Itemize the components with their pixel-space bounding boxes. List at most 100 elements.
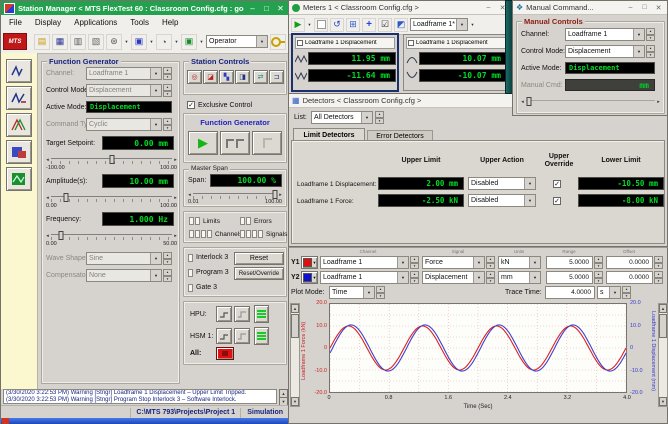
manual-control-mode-spinner[interactable]: ▴▾ xyxy=(646,45,655,58)
open-station-button[interactable]: ▤ xyxy=(34,34,50,50)
slider-left-arrow[interactable]: ◂ xyxy=(519,99,526,105)
control-mode-spinner[interactable]: ▴▾ xyxy=(163,84,172,97)
manual-control-mode-select[interactable]: Displacement▼ xyxy=(565,45,645,58)
frequency-slider-thumb[interactable] xyxy=(58,231,63,240)
y2-channel-select[interactable]: Loadframe 1▼ xyxy=(320,271,409,284)
frequency-slider[interactable]: ◂ ▸ xyxy=(44,231,179,240)
channel-select[interactable]: Loadframe 1▼ xyxy=(86,67,162,80)
program-reset-override-button[interactable]: Reset/Override xyxy=(234,267,284,280)
hsm-on-indicator-button[interactable] xyxy=(254,327,269,345)
meter-panel-2[interactable]: Loadframe 1 Displacement 10.07 mm -10.07… xyxy=(403,34,510,91)
operator-panel-button[interactable]: ▚ xyxy=(219,70,234,84)
meters-layout-button[interactable]: ⊞ xyxy=(346,18,360,32)
wave-shape-spinner[interactable]: ▴▾ xyxy=(163,252,172,265)
trace-time-field[interactable]: 4.0000 xyxy=(545,286,595,299)
upper-override-checkbox[interactable]: ✓ xyxy=(553,197,561,205)
span-slider-thumb[interactable] xyxy=(273,190,278,199)
y2-range-spinner[interactable]: ▴▾ xyxy=(594,271,603,284)
plot-mode-spinner[interactable]: ▴▾ xyxy=(376,286,385,299)
tools-dropdown-arrow[interactable]: ▼ xyxy=(124,39,129,44)
meters-hold-button[interactable] xyxy=(314,18,328,32)
meter-header-button[interactable]: Loadframe 1 Displacement xyxy=(406,37,506,49)
slider-left-arrow[interactable]: ◂ xyxy=(186,192,193,198)
y2-channel-spinner[interactable]: ▴▾ xyxy=(410,271,419,284)
close-button[interactable]: ✕ xyxy=(275,4,286,13)
meters-channel-select[interactable]: Loadframe 1*▼ xyxy=(410,18,468,31)
detector-list-select[interactable]: All Detectors▼ xyxy=(311,111,373,124)
y1-offset-spinner[interactable]: ▴▾ xyxy=(654,256,663,269)
scroll-up-arrow[interactable]: ▲ xyxy=(291,304,299,313)
sidebar-scope-button[interactable] xyxy=(6,167,32,191)
target-setpoint-slider[interactable]: ◂ ▸ xyxy=(44,155,179,164)
transfer-control-button[interactable]: ⇄ xyxy=(253,70,268,84)
menu-display[interactable]: Display xyxy=(29,18,67,27)
slider-right-arrow[interactable]: ▸ xyxy=(277,192,284,198)
channel-spinner[interactable]: ▴▾ xyxy=(163,67,172,80)
scroll-up-arrow[interactable]: ▲ xyxy=(659,304,667,313)
scrollbar-thumb[interactable] xyxy=(291,314,299,338)
slider-left-arrow[interactable]: ◂ xyxy=(44,157,51,163)
y1-range-field[interactable]: 5.0000 xyxy=(546,256,593,269)
y2-signal-spinner[interactable]: ▴▾ xyxy=(486,271,495,284)
plot-area[interactable] xyxy=(329,303,627,393)
slider-right-arrow[interactable]: ▸ xyxy=(172,157,179,163)
display-button[interactable]: ▣ xyxy=(131,34,147,50)
fg-hold-button[interactable] xyxy=(220,131,250,155)
sidebar-signal-button[interactable] xyxy=(6,113,32,137)
fg-run-button[interactable]: ▶ xyxy=(188,131,218,155)
access-level-select[interactable]: Operator▼ xyxy=(206,35,268,48)
y1-signal-spinner[interactable]: ▴▾ xyxy=(486,256,495,269)
print-button[interactable]: ▥ xyxy=(70,34,86,50)
trace-time-units-select[interactable]: s▼ xyxy=(597,286,621,299)
maximize-button[interactable]: □ xyxy=(639,4,650,11)
scroll-down-arrow[interactable]: ▼ xyxy=(291,397,299,406)
wave-shape-select[interactable]: Sine▼ xyxy=(86,252,162,265)
hpu-high-button[interactable] xyxy=(234,306,250,322)
y2-offset-field[interactable]: 0.0000 xyxy=(606,271,653,284)
save-button[interactable]: ▦ xyxy=(52,34,68,50)
interlock-reset-button[interactable]: Reset xyxy=(234,252,284,265)
station-manager-titlebar[interactable]: Station Manager < MTS FlexTest 60 : Clas… xyxy=(1,1,289,15)
y1-channel-select[interactable]: Loadframe 1▼ xyxy=(320,256,409,269)
meters-titlebar[interactable]: Meters 1 < Classroom Config.cfg > – ✕ xyxy=(289,1,511,15)
y1-units-select[interactable]: kN▼ xyxy=(498,256,541,269)
fg-stop-button[interactable] xyxy=(252,131,282,155)
slider-right-arrow[interactable]: ▸ xyxy=(172,195,179,201)
display-config-button[interactable]: ◨ xyxy=(235,70,250,84)
y2-color-button[interactable]: ▼ xyxy=(301,271,318,284)
sidebar-station-controls-button[interactable] xyxy=(6,86,32,110)
menu-file[interactable]: File xyxy=(3,18,28,27)
scrollbar-thumb[interactable] xyxy=(659,314,667,338)
message-log[interactable]: (3/30/2020 3:22:53 PM) Warning [Stngr] L… xyxy=(3,389,277,404)
tools-button[interactable]: ⊛ xyxy=(106,34,122,50)
auto-offset-button[interactable]: ◪ xyxy=(203,70,218,84)
meter-panel-1[interactable]: Loadframe 1 Displacement 11.95 mm -11.64… xyxy=(291,33,399,92)
y2-signal-select[interactable]: Displacement▼ xyxy=(422,271,485,284)
maximize-button[interactable]: □ xyxy=(261,4,272,13)
manual-channel-spinner[interactable]: ▴▾ xyxy=(646,28,655,41)
command-type-select[interactable]: Cyclic▼ xyxy=(86,118,162,131)
key-unlock-button[interactable] xyxy=(270,34,286,50)
y1-channel-spinner[interactable]: ▴▾ xyxy=(410,256,419,269)
display-dropdown-arrow[interactable]: ▼ xyxy=(149,39,154,44)
select-meters-button[interactable]: ☑ xyxy=(378,18,392,32)
access-level-dropdown-arrow[interactable]: ▼ xyxy=(256,36,267,47)
y1-color-button[interactable]: ▼ xyxy=(301,256,318,269)
minimize-button[interactable]: – xyxy=(625,4,636,11)
gauge-dropdown-arrow[interactable]: ▼ xyxy=(174,39,179,44)
slider-right-arrow[interactable]: ▸ xyxy=(655,99,662,105)
manual-channel-select[interactable]: Loadframe 1▼ xyxy=(565,28,645,41)
gauge-button[interactable]: ◔ xyxy=(156,34,172,50)
print-preview-button[interactable]: ▧ xyxy=(88,34,104,50)
right-axis-scrollbar[interactable]: ▲ ▼ xyxy=(658,303,668,407)
y2-offset-spinner[interactable]: ▴▾ xyxy=(654,271,663,284)
hsm-low-button[interactable] xyxy=(216,328,232,344)
upper-action-select[interactable]: Disabled▼ xyxy=(468,194,536,207)
manual-cmd-slider-thumb[interactable] xyxy=(526,97,531,106)
menu-help[interactable]: Help xyxy=(156,18,184,27)
scroll-down-arrow[interactable]: ▼ xyxy=(659,397,667,406)
manual-command-titlebar[interactable]: ❖ Manual Command... – □ ✕ xyxy=(513,1,667,15)
control-mode-select[interactable]: Displacement▼ xyxy=(86,84,162,97)
amplitude-slider[interactable]: ◂ ▸ xyxy=(44,193,179,202)
meters-extra-dropdown-arrow[interactable]: ▼ xyxy=(470,22,475,27)
